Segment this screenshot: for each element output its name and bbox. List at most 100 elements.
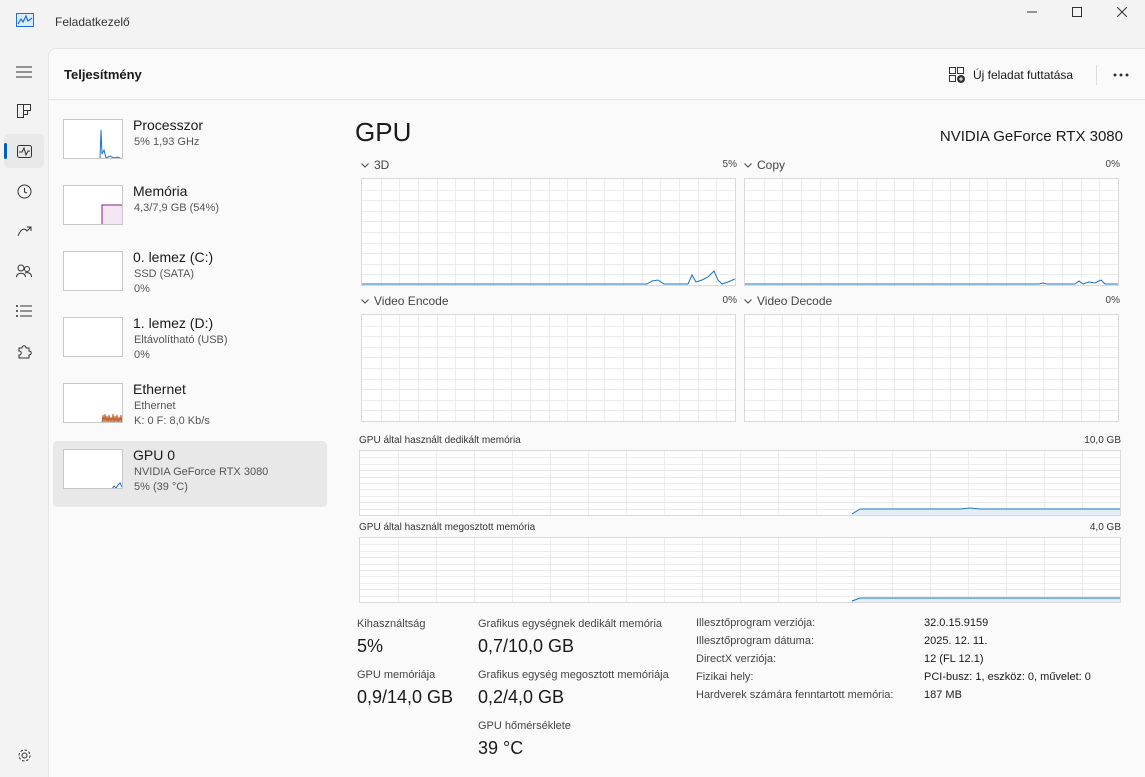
grid: [362, 179, 735, 285]
processes-icon: [17, 104, 31, 118]
nav-performance[interactable]: [4, 134, 44, 168]
gpu-model: NVIDIA GeForce RTX 3080: [939, 128, 1123, 145]
minimize-icon: [1027, 11, 1037, 13]
engine-video-decode-label: Video Decode: [757, 294, 833, 308]
run-new-task-button[interactable]: Új feladat futtatása: [949, 64, 1073, 86]
device-usage: 5% (39 °C): [134, 481, 188, 493]
engine-video-decode-pct: 0%: [1105, 295, 1120, 306]
main-panel: Teljesítmény Új feladat futtatása Proces…: [48, 48, 1145, 777]
details-list-icon: [16, 305, 32, 317]
memory-thumbnail-graph: [63, 185, 123, 225]
device-name: Processzor: [133, 117, 204, 133]
active-indicator: [4, 143, 7, 159]
more-options-button[interactable]: [1107, 63, 1135, 87]
grid: [360, 538, 1120, 602]
title-bar: Feladatkezelő: [0, 0, 1145, 48]
hamburger-icon: [16, 66, 32, 78]
nav-services[interactable]: [4, 334, 44, 368]
physical-location-key: Fizikai hely:: [696, 671, 754, 683]
engine-copy-pct: 0%: [1105, 159, 1120, 170]
gpu-temperature-value: 39 °C: [478, 738, 524, 758]
task-manager-app-icon: [16, 13, 34, 27]
device-name: Memória: [133, 183, 188, 199]
directx-version-value: 12 (FL 12.1): [924, 653, 984, 665]
new-task-icon: [949, 67, 965, 83]
chevron-down-icon: [744, 162, 752, 168]
run-new-task-label: Új feladat futtatása: [973, 68, 1074, 82]
gpu-memory-label: GPU memóriája: [357, 669, 436, 681]
dedicated-memory-max: 10,0 GB: [1084, 435, 1121, 446]
device-item-memory[interactable]: Memória 4,3/7,9 GB (54%): [53, 177, 327, 243]
physical-location-value: PCI-busz: 1, eszköz: 0, művelet: 0: [924, 671, 1091, 683]
engine-copy-graph-svg: [745, 179, 1118, 285]
nav-rail: [0, 48, 48, 777]
engine-3d-pct: 5%: [722, 159, 737, 170]
hardware-reserved-memory-key: Hardverek számára fenntartott memória:: [696, 689, 894, 701]
engine-video-decode-selector[interactable]: Video Decode: [744, 294, 832, 308]
engine-video-decode-graph-svg: [745, 315, 1118, 421]
gpu-temperature-label: GPU hőmérséklete: [478, 720, 571, 732]
minimize-button[interactable]: [1009, 0, 1055, 24]
utilization-value: 5%: [357, 636, 384, 656]
device-item-ethernet[interactable]: Ethernet Ethernet K: 0 F: 8,0 Kb/s: [53, 375, 327, 441]
device-item-disk-d[interactable]: 1. lemez (D:) Eltávolítható (USB) 0%: [53, 309, 327, 375]
device-item-gpu[interactable]: GPU 0 NVIDIA GeForce RTX 3080 5% (39 °C): [53, 441, 327, 507]
engine-video-decode-graph: [744, 314, 1119, 422]
device-usage: 0%: [134, 283, 150, 295]
driver-date-key: Illesztőprogram dátuma:: [696, 635, 814, 647]
engine-3d-selector[interactable]: 3D: [361, 158, 389, 172]
engine-video-encode-graph-svg: [362, 315, 735, 421]
gpu-title: GPU: [355, 117, 412, 147]
engine-video-encode-selector[interactable]: Video Encode: [361, 294, 449, 308]
engine-3d-graph: [361, 178, 736, 286]
device-item-cpu[interactable]: Processzor 5% 1,93 GHz: [53, 111, 327, 177]
engine-video-encode-pct: 0%: [722, 295, 737, 306]
device-detail: 5% 1,93 GHz: [134, 136, 200, 148]
device-detail: NVIDIA GeForce RTX 3080: [134, 466, 269, 478]
page-header: Teljesítmény Új feladat futtatása: [49, 49, 1145, 100]
disk-c-thumbnail-graph: [63, 251, 123, 291]
nav-details[interactable]: [4, 294, 44, 328]
window-title: Feladatkezelő: [55, 15, 130, 29]
nav-settings[interactable]: [4, 738, 44, 772]
device-detail: SSD (SATA): [134, 268, 195, 280]
engine-copy-label: Copy: [757, 158, 786, 172]
hardware-reserved-memory-value: 187 MB: [924, 689, 962, 701]
users-icon: [16, 264, 32, 278]
dedicated-memory-graph: [359, 450, 1121, 516]
maximize-button[interactable]: [1054, 0, 1100, 24]
nav-app-history[interactable]: [4, 174, 44, 208]
device-list: Processzor 5% 1,93 GHz Memória 4,3/7,9 G…: [53, 111, 327, 507]
shared-memory-stat-value: 0,2/4,0 GB: [478, 687, 565, 707]
engine-3d-graph-svg: [362, 179, 735, 285]
device-item-disk-c[interactable]: 0. lemez (C:) SSD (SATA) 0%: [53, 243, 327, 309]
driver-date-value: 2025. 12. 11.: [924, 635, 988, 647]
nav-processes[interactable]: [4, 94, 44, 128]
gpu-thumbnail-graph: [63, 449, 123, 489]
device-usage: K: 0 F: 8,0 Kb/s: [134, 415, 210, 427]
disk-d-thumbnail-graph: [63, 317, 123, 357]
directx-version-key: DirectX verziója:: [696, 653, 777, 665]
grid: [745, 315, 1118, 421]
chevron-down-icon: [361, 298, 369, 304]
dedicated-memory-stat-value: 0,7/10,0 GB: [478, 636, 575, 656]
driver-version-key: Illesztőprogram verziója:: [696, 617, 816, 629]
performance-icon: [16, 144, 32, 158]
device-detail: Eltávolítható (USB): [134, 334, 228, 346]
device-detail: Ethernet: [134, 400, 176, 412]
close-button[interactable]: [1099, 0, 1145, 24]
shared-memory-stat-label: Grafikus egység megosztott memóriája: [478, 669, 669, 681]
nav-startup-apps[interactable]: [4, 214, 44, 248]
device-name: 1. lemez (D:): [133, 315, 214, 331]
shared-memory-max: 4,0 GB: [1089, 522, 1121, 533]
engine-copy-selector[interactable]: Copy: [744, 158, 785, 172]
shared-memory-graph-svg: [360, 538, 1120, 602]
nav-users[interactable]: [4, 254, 44, 288]
history-icon: [17, 184, 31, 198]
gear-icon: [18, 749, 30, 761]
utilization-label: Kihasználtság: [357, 618, 426, 630]
services-puzzle-icon: [18, 344, 32, 358]
hamburger-menu-button[interactable]: [4, 55, 44, 89]
dedicated-memory-graph-svg: [360, 451, 1120, 515]
grid: [745, 179, 1118, 285]
